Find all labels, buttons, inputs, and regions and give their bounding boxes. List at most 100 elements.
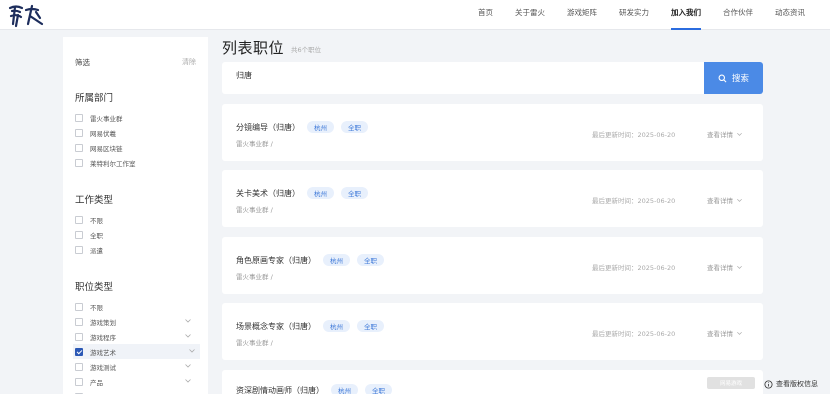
option-label: 全职 [90,231,103,240]
chevron-down-icon[interactable] [184,377,192,385]
option-label: 莱特利尔工作室 [90,159,136,168]
view-detail-link[interactable]: 查看详情 [707,195,743,205]
copyright-label: 查看版权信息 [776,380,818,388]
job-card[interactable]: 资深剧情动画师（归唐） 杭州 全职 [222,370,763,394]
dept-option[interactable]: 雷火事业群 [75,110,196,125]
type-tag: 全职 [365,384,392,394]
city-tag: 杭州 [323,320,350,332]
job-type-group-title: 职位类型 [75,282,114,293]
job-updated: 最后更新时间：2025-06-20 [592,197,676,205]
job-card[interactable]: 角色原画专家（归唐） 杭州 全职 雷火事业群 / 最后更新时间：2025-06-20… [222,237,763,294]
view-detail-label: 查看详情 [707,264,733,272]
option-label: 游戏策划 [90,318,116,327]
job-dept: 雷火事业群 / [236,140,273,148]
nav-item-rnd[interactable]: 研发实力 [608,0,660,30]
search-button-label: 搜索 [731,74,749,84]
option-label: 游戏程序 [90,333,116,342]
checkbox[interactable] [75,215,83,224]
job-dept: 雷火事业群 / [236,339,273,347]
department-group-title: 所属部门 [75,93,114,104]
checkbox[interactable] [75,128,83,137]
view-detail-link[interactable]: 查看详情 [707,328,743,338]
checkbox[interactable] [75,317,83,326]
job-type-option[interactable]: 不限 [75,299,196,314]
checkbox-checked[interactable] [75,347,83,356]
job-updated: 最后更新时间：2025-06-20 [592,264,676,272]
option-label: 网易伏羲 [90,129,116,138]
page-title: 列表职位 [222,39,285,57]
view-detail-link[interactable]: 查看详情 [707,129,743,139]
info-circle-icon [764,379,773,389]
city-tag: 杭州 [307,187,334,199]
job-type-option[interactable]: 游戏程序 [75,329,196,344]
nav-item-join[interactable]: 加入我们 [660,0,712,30]
job-title[interactable]: 分镜编导（归唐） [236,122,300,133]
filter-header: 筛选 清除 [75,57,196,68]
checkbox[interactable] [75,302,83,311]
main-nav: 首页 关于雷火 游戏矩阵 研发实力 加入我们 合作伙伴 动态资讯 [467,0,816,30]
view-detail-label: 查看详情 [707,197,733,205]
search-icon [718,74,727,82]
job-title[interactable]: 关卡美术（归唐） [236,188,300,199]
view-detail-label: 查看详情 [707,330,733,338]
job-title[interactable]: 场景概念专家（归唐） [236,321,316,332]
chevron-down-icon[interactable] [184,332,192,340]
job-card[interactable]: 关卡美术（归唐） 杭州 全职 雷火事业群 / 最后更新时间：2025-06-20 查… [222,170,763,227]
checkbox[interactable] [75,362,83,371]
checkbox[interactable] [75,377,83,386]
job-dept: 雷火事业群 / [236,273,273,281]
nav-item-news[interactable]: 动态资讯 [764,0,816,30]
chevron-down-icon [737,198,742,202]
copyright-link[interactable]: 查看版权信息 [764,379,818,389]
logo-brush-icon [8,4,44,28]
work-type-option[interactable]: 全职 [75,227,196,242]
clear-filter-button[interactable]: 清除 [182,57,196,68]
job-card[interactable]: 场景概念专家（归唐） 杭州 全职 雷火事业群 / 最后更新时间：2025-06-20… [222,303,763,360]
dept-option[interactable]: 网易伏羲 [75,125,196,140]
work-type-option[interactable]: 不限 [75,212,196,227]
logo[interactable] [6,2,48,28]
checkbox[interactable] [75,158,83,167]
nav-item-games[interactable]: 游戏矩阵 [556,0,608,30]
type-tag: 全职 [357,320,384,332]
nav-item-home[interactable]: 首页 [467,0,504,30]
checkbox[interactable] [75,113,83,122]
option-label: 雷火事业群 [90,114,123,123]
chevron-down-icon[interactable] [184,317,192,325]
job-type-option[interactable]: 游戏艺术 [73,344,200,359]
dept-option[interactable]: 网易区块链 [75,140,196,155]
nav-item-partners[interactable]: 合作伙伴 [712,0,764,30]
job-type-option[interactable]: 技术 [75,389,196,394]
type-tag: 全职 [341,187,368,199]
dept-option[interactable]: 莱特利尔工作室 [75,155,196,170]
job-title[interactable]: 资深剧情动画师（归唐） [236,385,324,394]
job-title[interactable]: 角色原画专家（归唐） [236,255,316,266]
chevron-down-icon [737,132,742,136]
checkbox[interactable] [75,143,83,152]
search-bar: 搜索 [222,62,763,94]
nav-item-about[interactable]: 关于雷火 [504,0,556,30]
job-count: 共6个职位 [291,46,322,54]
checkbox[interactable] [75,230,83,239]
view-detail-label: 查看详情 [707,131,733,139]
job-type-option[interactable]: 产品 [75,374,196,389]
type-tag: 全职 [357,254,384,266]
filter-sidebar: 筛选 清除 所属部门 雷火事业群 网易伏羲 网易区块链 莱特利尔工作室 工作类型… [63,37,208,394]
checkbox[interactable] [75,332,83,341]
work-type-group-title: 工作类型 [75,195,114,206]
chevron-down-icon [737,331,742,335]
filter-label: 筛选 [75,58,90,67]
job-card[interactable]: 分镜编导（归唐） 杭州 全职 雷火事业群 / 最后更新时间：2025-06-20 查… [222,104,763,161]
checkbox[interactable] [75,245,83,254]
view-detail-link[interactable]: 查看详情 [707,262,743,272]
search-button[interactable]: 搜索 [704,62,763,94]
work-type-option[interactable]: 派遣 [75,242,196,257]
top-nav-bar: 首页 关于雷火 游戏矩阵 研发实力 加入我们 合作伙伴 动态资讯 [0,0,830,30]
chevron-down-icon[interactable] [184,362,192,370]
job-type-option[interactable]: 游戏策划 [75,314,196,329]
job-type-option[interactable]: 游戏测试 [75,359,196,374]
chevron-down-icon[interactable] [188,347,196,355]
search-input[interactable] [236,71,636,80]
chevron-down-icon [737,265,742,269]
job-dept: 雷火事业群 / [236,206,273,214]
